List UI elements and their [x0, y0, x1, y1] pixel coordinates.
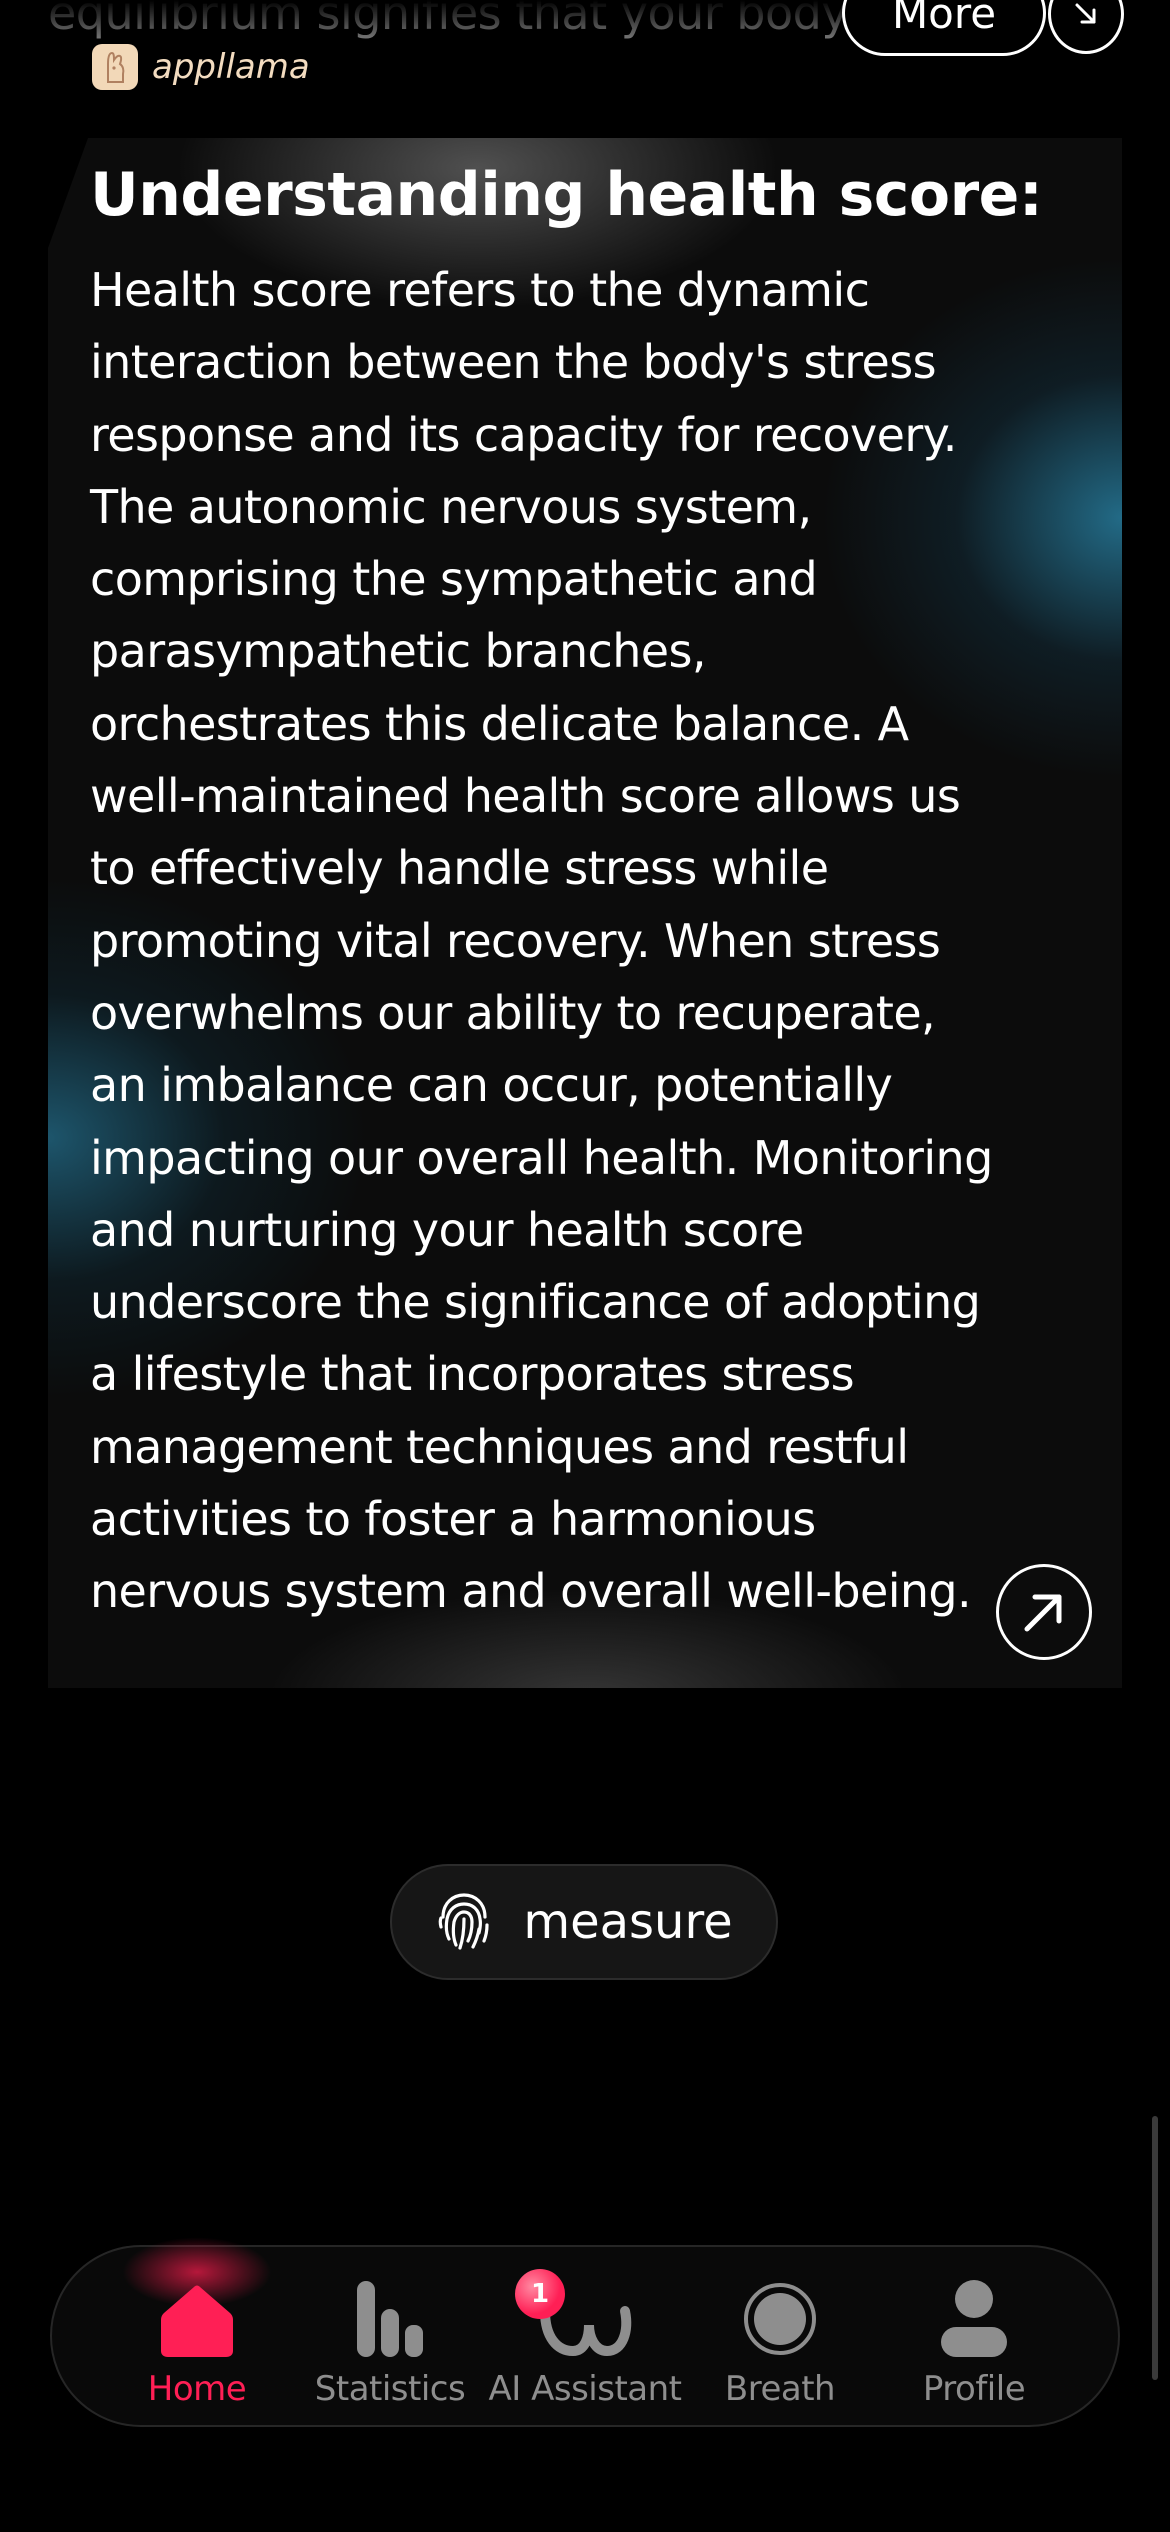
- tab-profile[interactable]: Profile: [879, 2247, 1069, 2429]
- tab-home[interactable]: Home: [102, 2237, 292, 2429]
- previous-card-text: equilibrium signifies that your body's: [48, 0, 848, 40]
- card-open-button[interactable]: [996, 1564, 1092, 1660]
- arrow-up-right-icon: [1024, 1594, 1062, 1632]
- tab-statistics-label: Statistics: [314, 2369, 466, 2409]
- measure-button[interactable]: measure: [390, 1864, 778, 1980]
- tab-breath-label: Breath: [724, 2369, 836, 2409]
- tab-breath[interactable]: Breath: [685, 2247, 875, 2429]
- more-button[interactable]: More: [842, 0, 1046, 56]
- card-title: Understanding health score:: [90, 160, 1043, 230]
- brand-watermark: appllama: [92, 44, 310, 90]
- breath-circle-icon: [742, 2271, 818, 2367]
- profile-icon: [939, 2271, 1009, 2367]
- tab-statistics[interactable]: Statistics: [295, 2247, 485, 2429]
- tab-home-label: Home: [147, 2369, 247, 2409]
- home-icon: [158, 2271, 236, 2367]
- bar-chart-icon: [355, 2271, 425, 2367]
- tab-ai-assistant-label: AI Assistant: [488, 2369, 683, 2409]
- measure-label: measure: [523, 1894, 733, 1950]
- notification-badge: 1: [515, 2269, 565, 2319]
- tab-ai-assistant[interactable]: 1 AI Assistant: [488, 2247, 683, 2429]
- tab-profile-label: Profile: [922, 2369, 1026, 2409]
- arrow-down-right-icon: [1075, 3, 1096, 24]
- ai-assistant-icon: 1: [515, 2269, 635, 2367]
- scrollbar[interactable]: [1152, 2116, 1158, 2380]
- bottom-tab-bar: Home Statistics 1 AI Assistant Breath Pr…: [50, 2237, 1120, 2429]
- brand-name: appllama: [152, 47, 310, 87]
- card-body-text: Health score refers to the dynamic inter…: [90, 263, 993, 1619]
- llama-logo-icon: [92, 44, 138, 90]
- fingerprint-icon: [438, 1893, 489, 1950]
- more-arrow-button[interactable]: [1048, 0, 1124, 54]
